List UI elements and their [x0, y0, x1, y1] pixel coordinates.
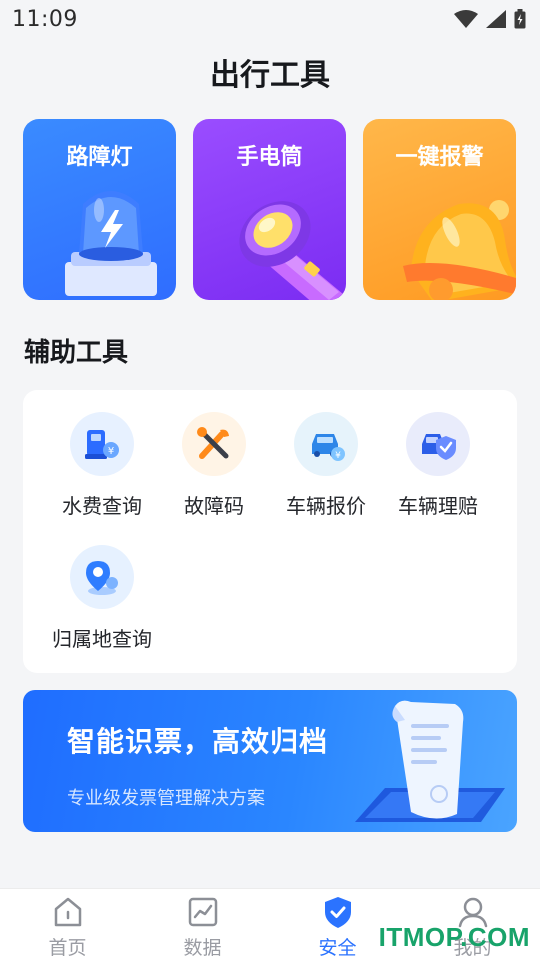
tab-home[interactable]: 首页 [0, 889, 135, 960]
battery-icon [514, 9, 526, 29]
aux-item-car-claim[interactable]: 车辆理赔 [382, 390, 494, 518]
page-title: 出行工具 [210, 58, 330, 93]
card-label: 路障灯 [66, 145, 133, 170]
shield-icon [324, 897, 351, 928]
status-icons [454, 9, 526, 29]
aux-item-car-price[interactable]: ¥ 车辆报价 [270, 390, 382, 518]
aux-item-label: 车辆理赔 [398, 494, 478, 518]
roadblock-light-card[interactable]: 路障灯 [23, 119, 176, 300]
watermark-text: ITMOP.COM [378, 922, 530, 952]
bell-icon [403, 200, 516, 300]
flashlight-icon [239, 201, 343, 300]
aux-item-location-lookup[interactable]: 归属地查询 [46, 523, 158, 651]
svg-text:¥: ¥ [108, 446, 114, 457]
tab-label: 首页 [48, 937, 87, 959]
car-price-icon: ¥ [294, 412, 358, 476]
aux-item-water-fee[interactable]: ¥ 水费查询 [46, 390, 158, 518]
flashlight-card[interactable]: 手电筒 [193, 119, 346, 300]
invoice-scroll-icon [355, 700, 505, 822]
aux-tools-panel: ¥ 水费查询 故障码 ¥ 车辆报价 车辆理赔 归属地查询 [23, 390, 517, 673]
status-time: 11:09 [12, 6, 78, 32]
tools-icon [182, 412, 246, 476]
svg-text:¥: ¥ [335, 451, 341, 461]
banner-subtitle: 专业级发票管理解决方案 [67, 788, 265, 809]
aux-item-fault-code[interactable]: 故障码 [158, 390, 270, 518]
chart-icon [188, 897, 217, 927]
status-bar: 11:09 [0, 0, 540, 38]
tab-data[interactable]: 数据 [135, 889, 270, 960]
car-claim-icon [406, 412, 470, 476]
warning-light-icon [65, 191, 157, 296]
invoice-banner[interactable]: 智能识票，高效归档 专业级发票管理解决方案 [23, 690, 517, 832]
card-label: 一键报警 [395, 145, 484, 170]
tool-cards: 路障灯 手电筒 一键报警 [23, 119, 517, 300]
banner-title: 智能识票，高效归档 [67, 725, 329, 758]
water-fee-icon: ¥ [70, 412, 134, 476]
aux-item-label: 归属地查询 [52, 627, 152, 651]
wifi-icon [454, 10, 478, 28]
tab-label: 数据 [183, 937, 222, 959]
location-icon [70, 545, 134, 609]
card-label: 手电筒 [236, 145, 303, 170]
alarm-card[interactable]: 一键报警 [363, 119, 516, 300]
signal-icon [486, 10, 506, 28]
home-icon [54, 897, 81, 927]
section-title-aux-tools: 辅助工具 [24, 338, 129, 368]
